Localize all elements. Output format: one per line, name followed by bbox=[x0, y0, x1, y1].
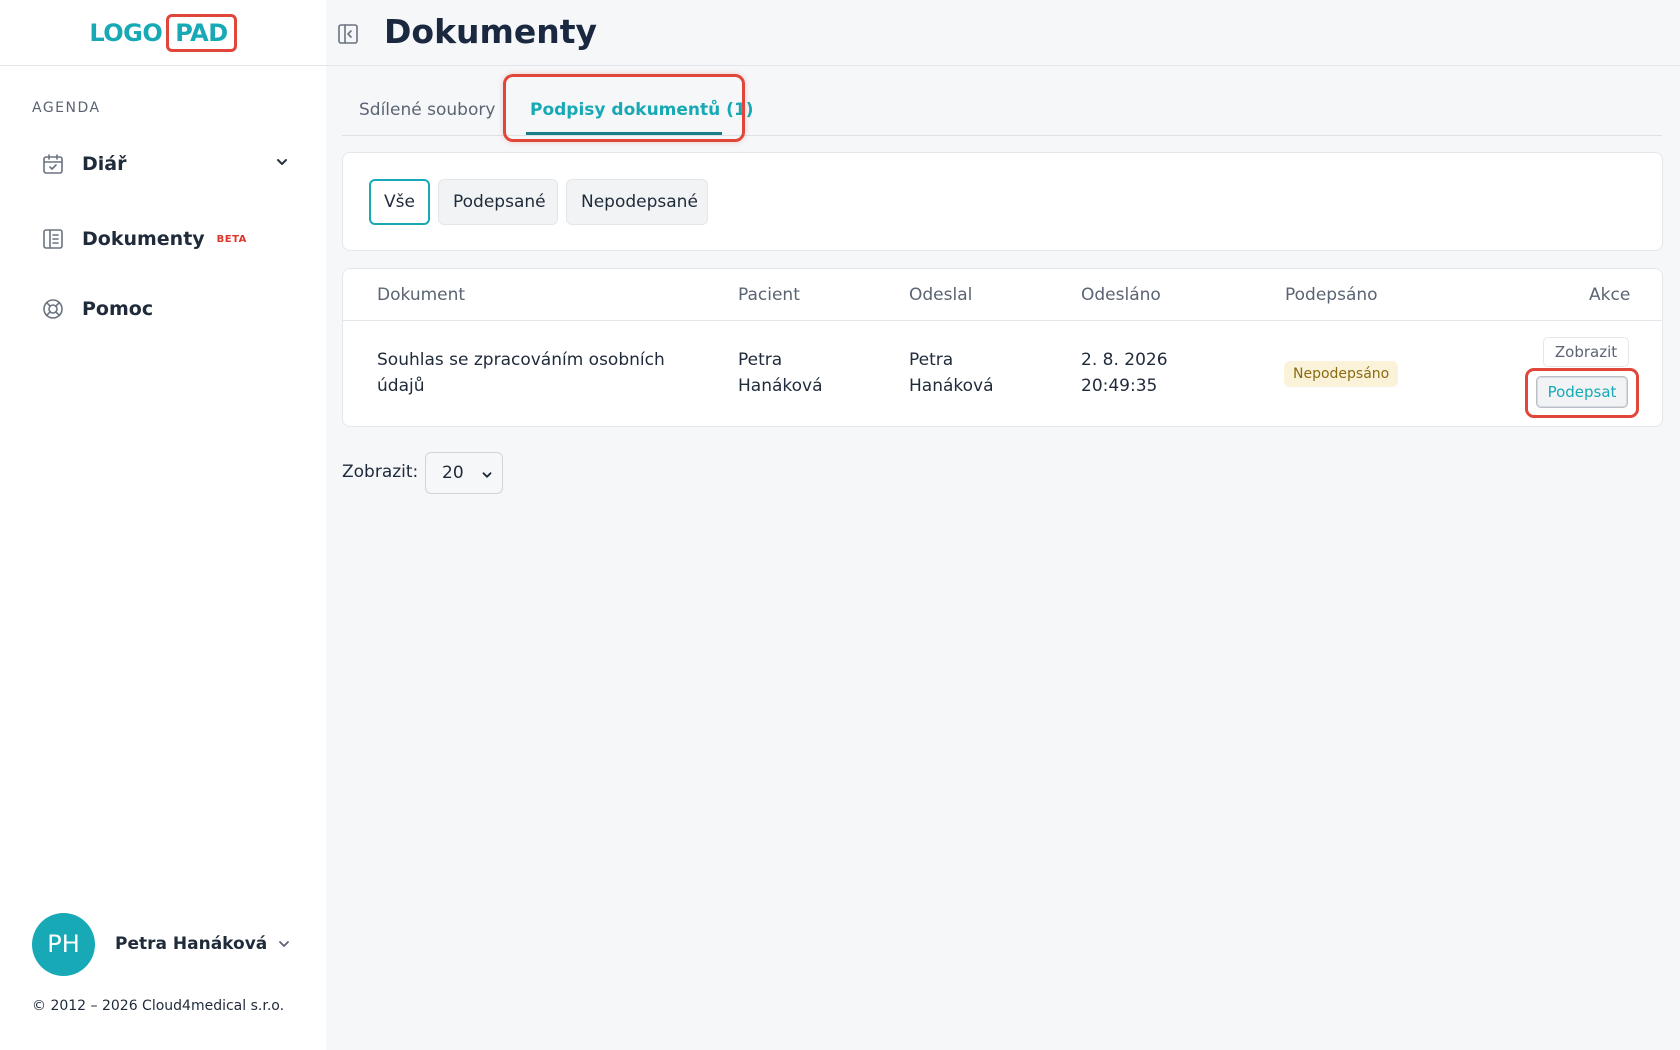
document-list-icon bbox=[40, 226, 66, 252]
logo[interactable]: LOGO PAD bbox=[89, 13, 237, 52]
chevron-down-icon[interactable] bbox=[274, 154, 290, 174]
document-name-line: údajů bbox=[377, 376, 425, 396]
sent-time: 20:49:35 bbox=[1081, 376, 1158, 396]
active-tab-indicator bbox=[526, 132, 722, 135]
lifebuoy-icon bbox=[40, 296, 66, 322]
filter-all-button[interactable]: Vše bbox=[369, 179, 430, 225]
cell-patient: Petra Hanáková bbox=[738, 347, 823, 399]
logo-area: LOGO PAD bbox=[0, 0, 326, 66]
sidebar-item-pomoc[interactable]: Pomoc bbox=[40, 291, 290, 327]
tab-shared-files[interactable]: Sdílené soubory bbox=[359, 100, 495, 120]
sidebar-collapse-icon[interactable] bbox=[336, 22, 360, 46]
chevron-down-icon bbox=[276, 936, 292, 956]
column-header-sender: Odeslal bbox=[909, 285, 973, 305]
column-header-patient: Pacient bbox=[738, 285, 800, 305]
copyright: © 2012 – 2026 Cloud4medical s.r.o. bbox=[32, 998, 285, 1014]
column-header-actions: Akce bbox=[1589, 285, 1631, 305]
cell-sent: 2. 8. 2026 20:49:35 bbox=[1081, 347, 1168, 399]
cell-document: Souhlas se zpracováním osobních údajů bbox=[377, 347, 665, 399]
filter-unsigned-button[interactable]: Nepodepsané bbox=[566, 179, 708, 225]
page-size-value: 20 bbox=[442, 463, 464, 483]
sidebar-item-label: Diář bbox=[82, 153, 127, 175]
tab-document-signatures[interactable]: Podpisy dokumentů (1) bbox=[530, 100, 754, 120]
avatar: PH bbox=[32, 912, 95, 976]
status-badge: Nepodepsáno bbox=[1284, 361, 1399, 387]
sidebar-item-label: Pomoc bbox=[82, 298, 154, 320]
sidebar-item-diar[interactable]: Diář bbox=[40, 146, 290, 182]
filter-card: Vše Podepsané Nepodepsané bbox=[342, 152, 1663, 251]
sign-button[interactable]: Podepsat bbox=[1536, 376, 1628, 408]
calendar-check-icon bbox=[40, 151, 66, 177]
beta-badge: BETA bbox=[216, 233, 247, 245]
filter-signed-button[interactable]: Podepsané bbox=[438, 179, 558, 225]
header: Dokumenty bbox=[326, 0, 1680, 66]
column-header-signed: Podepsáno bbox=[1285, 285, 1378, 305]
column-header-sent: Odesláno bbox=[1081, 285, 1161, 305]
sender-first-name: Petra bbox=[909, 350, 954, 370]
page-size-select[interactable]: 20 bbox=[425, 452, 503, 494]
column-header-document: Dokument bbox=[377, 285, 466, 305]
patient-last-name: Hanáková bbox=[738, 376, 823, 396]
tabs: Sdílené soubory Podpisy dokumentů (1) bbox=[342, 86, 1662, 136]
view-button[interactable]: Zobrazit bbox=[1543, 337, 1629, 367]
user-menu[interactable]: PH Petra Hanáková bbox=[32, 912, 292, 976]
page-title: Dokumenty bbox=[384, 12, 598, 51]
user-name: Petra Hanáková bbox=[115, 934, 268, 954]
table-header: Dokument Pacient Odeslal Odesláno Podeps… bbox=[343, 269, 1662, 321]
chevron-down-icon bbox=[480, 467, 494, 487]
cell-sender: Petra Hanáková bbox=[909, 347, 994, 399]
sender-last-name: Hanáková bbox=[909, 376, 994, 396]
documents-table: Dokument Pacient Odeslal Odesláno Podeps… bbox=[342, 268, 1663, 427]
sidebar-item-dokumenty[interactable]: Dokumenty BETA bbox=[40, 221, 290, 257]
patient-first-name: Petra bbox=[738, 350, 783, 370]
page-size-label: Zobrazit: bbox=[342, 462, 419, 482]
sent-date: 2. 8. 2026 bbox=[1081, 350, 1168, 370]
section-title-agenda: AGENDA bbox=[32, 100, 101, 116]
sidebar-item-label: Dokumenty bbox=[82, 228, 205, 250]
logo-pad-text: PAD bbox=[166, 13, 237, 52]
document-name-line: Souhlas se zpracováním osobních bbox=[377, 350, 665, 370]
sidebar: LOGO PAD AGENDA Diář Dokumenty BETA Pomo… bbox=[0, 0, 326, 1050]
logo-text: LOGO bbox=[89, 18, 163, 47]
